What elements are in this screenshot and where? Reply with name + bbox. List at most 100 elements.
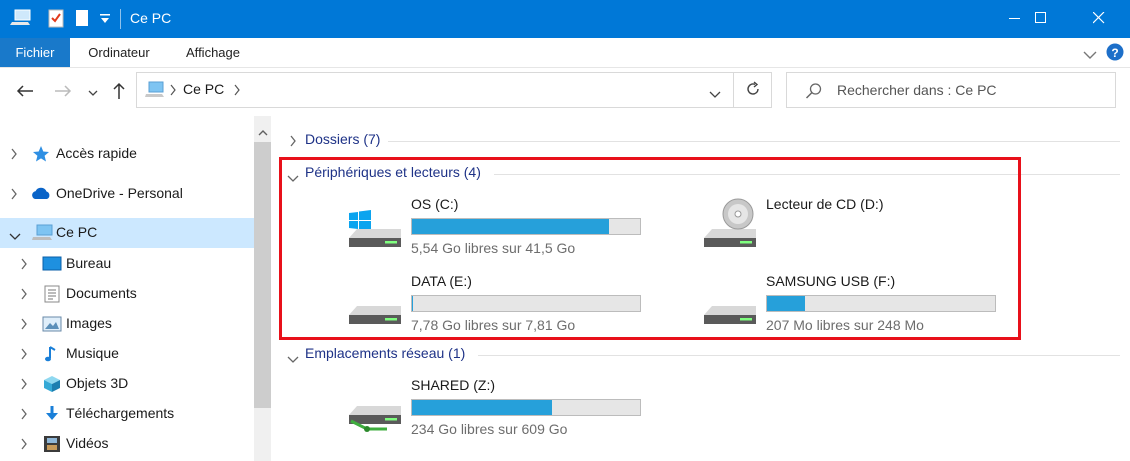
maximize-button[interactable] xyxy=(1018,0,1064,38)
sidebar-item-videos[interactable]: Vidéos xyxy=(0,429,254,459)
usage-fill xyxy=(412,296,413,311)
drive-usage-bar xyxy=(411,295,641,312)
drive-free-space: 5,54 Go libres sur 41,5 Go xyxy=(411,240,576,256)
group-divider xyxy=(478,355,1120,356)
star-icon xyxy=(32,145,50,163)
this-pc-icon xyxy=(32,224,54,242)
music-icon xyxy=(44,345,62,363)
chevron-right-icon[interactable] xyxy=(20,347,32,361)
sidebar-item-label: Ce PC xyxy=(56,224,98,240)
new-folder-icon[interactable] xyxy=(75,8,91,31)
help-icon[interactable]: ? xyxy=(1106,43,1124,64)
close-button[interactable] xyxy=(1076,0,1122,38)
expand-ribbon-icon[interactable] xyxy=(1083,47,1097,63)
sidebar-item-documents[interactable]: Documents xyxy=(0,279,254,309)
computer-icon[interactable] xyxy=(10,8,32,31)
windows-drive-icon xyxy=(347,196,403,252)
hard-drive-icon xyxy=(347,273,403,329)
tab-affichage[interactable]: Affichage xyxy=(174,38,252,67)
drive-name: SHARED (Z:) xyxy=(411,377,495,393)
up-button[interactable] xyxy=(110,80,128,104)
desktop-icon xyxy=(42,255,62,273)
group-header-peripheriques[interactable]: Périphériques et lecteurs (4) xyxy=(272,162,1120,184)
chevron-down-icon[interactable] xyxy=(287,170,299,186)
customize-toolbar-icon[interactable] xyxy=(99,12,111,28)
address-dropdown-icon[interactable] xyxy=(709,86,721,102)
maximize-icon xyxy=(1035,11,1047,27)
chevron-down-icon xyxy=(88,84,98,100)
sidebar-item-musique[interactable]: Musique xyxy=(0,339,254,369)
drive-tile[interactable]: DATA (E:) 7,78 Go libres sur 7,81 Go xyxy=(347,273,667,337)
usb-drive-icon xyxy=(702,273,758,329)
scrollbar-thumb[interactable] xyxy=(254,142,271,408)
sidebar-item-label: Musique xyxy=(66,345,119,361)
chevron-right-icon[interactable] xyxy=(20,437,32,451)
sidebar-item-acces-rapide[interactable]: Accès rapide xyxy=(0,139,254,169)
refresh-button[interactable] xyxy=(734,72,772,108)
sidebar-item-images[interactable]: Images xyxy=(0,309,254,339)
chevron-right-icon[interactable] xyxy=(20,377,32,391)
refresh-icon xyxy=(745,80,761,100)
sidebar-item-onedrive[interactable]: OneDrive - Personal xyxy=(0,179,254,209)
chevron-down-icon[interactable] xyxy=(287,351,299,367)
document-icon xyxy=(44,285,62,303)
network-drive-icon xyxy=(347,377,403,433)
sidebar-item-objets-3d[interactable]: Objets 3D xyxy=(0,369,254,399)
sidebar-item-telechargements[interactable]: Téléchargements xyxy=(0,399,254,429)
drive-free-space: 234 Go libres sur 609 Go xyxy=(411,421,568,437)
sidebar-item-label: Vidéos xyxy=(66,435,109,451)
cloud-icon xyxy=(30,185,52,203)
scroll-up-icon[interactable] xyxy=(258,124,268,140)
usage-fill xyxy=(412,400,553,415)
sidebar-item-label: Images xyxy=(66,315,112,331)
chevron-right-icon[interactable] xyxy=(20,317,32,331)
forward-arrow-icon xyxy=(54,84,72,101)
group-header-dossiers[interactable]: Dossiers (7) xyxy=(272,129,1120,151)
chevron-right-icon[interactable] xyxy=(10,147,22,161)
sidebar-item-label: Objets 3D xyxy=(66,375,129,391)
network-drive-tile[interactable]: SHARED (Z:) 234 Go libres sur 609 Go xyxy=(347,377,667,441)
drive-name: DATA (E:) xyxy=(411,273,472,289)
search-box[interactable]: Rechercher dans : Ce PC xyxy=(786,72,1116,108)
group-title: Dossiers (7) xyxy=(305,131,381,147)
chevron-right-icon[interactable] xyxy=(20,287,32,301)
sidebar-item-bureau[interactable]: Bureau xyxy=(0,249,254,279)
recent-locations-button[interactable] xyxy=(86,80,100,104)
navigation-pane: Accès rapide OneDrive - Personal Ce PC B… xyxy=(0,116,254,461)
chevron-right-icon[interactable] xyxy=(289,134,297,150)
group-header-emplacements-reseau[interactable]: Emplacements réseau (1) xyxy=(272,343,1120,365)
cube-3d-icon xyxy=(42,375,62,393)
drive-free-space: 7,78 Go libres sur 7,81 Go xyxy=(411,317,576,333)
forward-button[interactable] xyxy=(52,80,74,104)
chevron-down-icon[interactable] xyxy=(9,228,21,242)
search-icon xyxy=(805,82,823,103)
sidebar-item-ce-pc[interactable]: Ce PC xyxy=(0,218,254,248)
breadcrumb-ce-pc[interactable]: Ce PC xyxy=(183,81,224,97)
breadcrumb-chevron-icon[interactable] xyxy=(233,83,241,99)
tab-ordinateur[interactable]: Ordinateur xyxy=(76,38,162,67)
breadcrumb-chevron-icon xyxy=(169,83,177,99)
drive-tile[interactable]: SAMSUNG USB (F:) 207 Mo libres sur 248 M… xyxy=(702,273,1022,337)
tab-fichier[interactable]: Fichier xyxy=(0,38,70,67)
content-pane: Dossiers (7) Périphériques et lecteurs (… xyxy=(272,116,1130,461)
sidebar-item-label: OneDrive - Personal xyxy=(56,185,183,201)
group-title: Emplacements réseau (1) xyxy=(305,345,466,361)
chevron-right-icon[interactable] xyxy=(20,257,32,271)
drive-tile[interactable]: OS (C:) 5,54 Go libres sur 41,5 Go xyxy=(347,196,667,260)
sidebar-item-label: Documents xyxy=(66,285,137,301)
navigation-scrollbar[interactable] xyxy=(254,116,271,461)
drive-name: Lecteur de CD (D:) xyxy=(766,196,884,212)
address-bar[interactable]: Ce PC xyxy=(136,72,734,108)
group-title: Périphériques et lecteurs (4) xyxy=(305,164,481,180)
drive-usage-bar xyxy=(411,399,641,416)
title-bar: Ce PC xyxy=(0,0,1130,38)
title-separator xyxy=(120,9,121,29)
chevron-right-icon[interactable] xyxy=(20,407,32,421)
download-arrow-icon xyxy=(44,405,62,423)
chevron-right-icon[interactable] xyxy=(10,187,22,201)
drive-tile[interactable]: Lecteur de CD (D:) xyxy=(702,196,1022,260)
properties-icon[interactable] xyxy=(48,8,64,31)
svg-text:?: ? xyxy=(1111,46,1118,60)
close-icon xyxy=(1092,11,1105,27)
back-button[interactable] xyxy=(14,80,36,104)
